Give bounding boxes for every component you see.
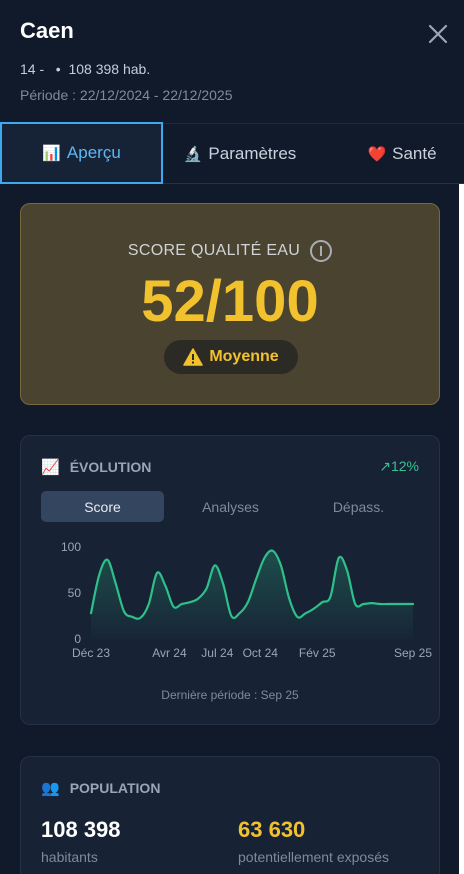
city-meta: 14 - • 108 398 hab. xyxy=(20,61,150,77)
population-card: 👥 POPULATION 108 398 habitants 63 630 po… xyxy=(20,756,440,874)
trend-value: ↗12% xyxy=(379,458,419,474)
warning-icon xyxy=(183,348,204,366)
heart-icon: ❤️ xyxy=(367,145,387,163)
population-header: 👥 POPULATION xyxy=(41,779,160,797)
score-card: SCORE QUALITÉ EAU 52/100 Moyenne xyxy=(20,203,440,405)
period-text: Période : 22/12/2024 - 22/12/2025 xyxy=(20,87,233,103)
x-tick-label: Sep 25 xyxy=(394,646,432,660)
city-title: Caen xyxy=(20,18,74,43)
evolution-card: 📈 ÉVOLUTION ↗12% Score Analyses Dépass. … xyxy=(20,435,440,725)
evolution-title: ÉVOLUTION xyxy=(69,459,152,475)
close-icon[interactable] xyxy=(424,20,452,48)
segment-depass[interactable]: Dépass. xyxy=(297,491,420,522)
separator-dot: • xyxy=(55,61,61,77)
population-text: 108 398 hab. xyxy=(68,61,151,77)
score-title-row: SCORE QUALITÉ EAU xyxy=(21,240,439,262)
evolution-header: 📈 ÉVOLUTION xyxy=(41,458,151,476)
tab-label: Santé xyxy=(392,144,437,163)
people-icon: 👥 xyxy=(41,779,60,797)
series-area xyxy=(91,550,413,639)
tab-parametres[interactable]: 🔬 Paramètres xyxy=(165,124,315,184)
info-icon[interactable] xyxy=(310,240,333,262)
tab-label: Paramètres xyxy=(208,144,297,163)
x-tick-label: Jul 24 xyxy=(201,646,233,660)
microscope-icon: 🔬 xyxy=(183,145,203,163)
header: Caen 14 - • 108 398 hab. Période : 22/12… xyxy=(0,0,464,122)
tab-label: Aperçu xyxy=(66,143,121,162)
last-period: Dernière période : Sep 25 xyxy=(161,688,299,702)
exposed-label: potentiellement exposés xyxy=(238,849,389,865)
score-title: SCORE QUALITÉ EAU xyxy=(127,242,301,259)
chart-up-icon: 📈 xyxy=(41,458,60,476)
badge-label: Moyenne xyxy=(209,348,279,365)
department-code: 14 - xyxy=(20,61,45,77)
y-tick-label: 100 xyxy=(61,540,81,554)
exposed-count: 63 630 xyxy=(238,817,306,842)
y-tick-label: 0 xyxy=(74,632,81,646)
x-tick-label: Fév 25 xyxy=(299,646,336,660)
segment-analyses[interactable]: Analyses xyxy=(169,491,292,522)
inhabitants-count: 108 398 xyxy=(41,817,121,842)
x-tick-label: Oct 24 xyxy=(243,646,279,660)
y-tick-label: 50 xyxy=(68,586,82,600)
evolution-chart: 100 50 0 Déc 23 Avr 24 Jul 24 Oct 24 Fév 25 Sep… xyxy=(61,540,432,660)
scrollbar[interactable] xyxy=(459,184,464,874)
chart-bar-icon: 📊 xyxy=(42,144,61,162)
x-tick-label: Déc 23 xyxy=(72,646,110,660)
tab-apercu[interactable]: 📊 Aperçu xyxy=(0,122,163,184)
x-tick-label: Avr 24 xyxy=(152,646,187,660)
tab-bar: 📊 Aperçu 🔬 Paramètres ❤️ Santé xyxy=(0,122,464,184)
inhabitants-label: habitants xyxy=(41,849,98,865)
population-title: POPULATION xyxy=(69,780,161,796)
tab-sante[interactable]: ❤️ Santé xyxy=(340,124,464,184)
score-value: 52/100 xyxy=(141,269,319,334)
status-badge: Moyenne xyxy=(164,340,298,374)
segment-score[interactable]: Score xyxy=(41,491,164,522)
